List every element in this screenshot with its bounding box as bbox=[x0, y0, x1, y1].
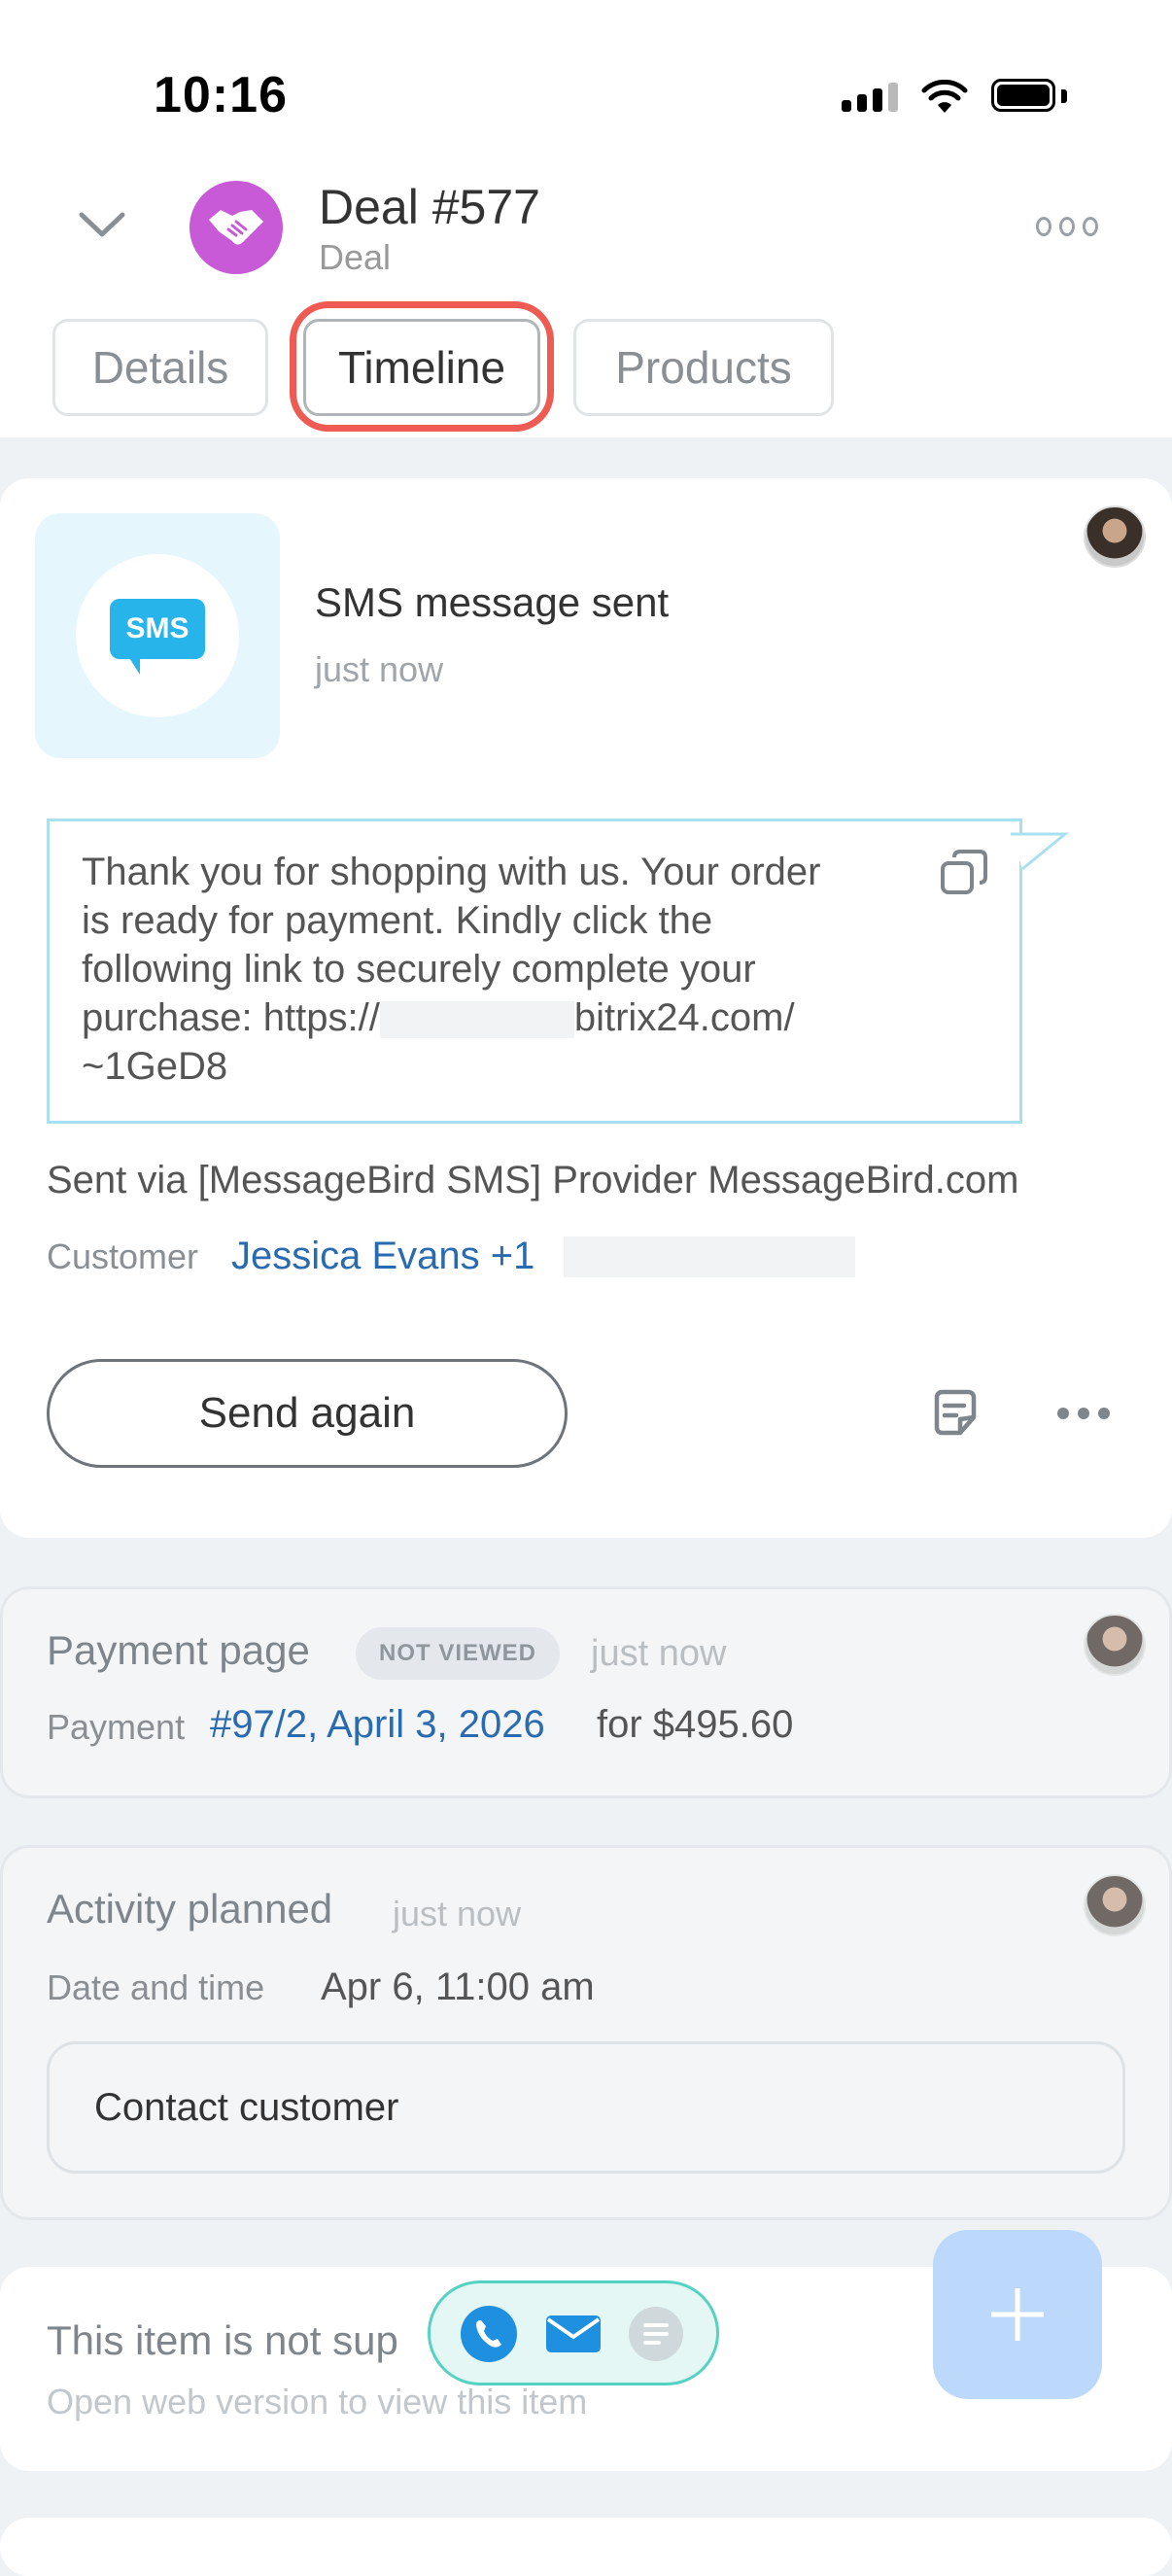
message-line-1: Thank you for shopping with us. Your ord… bbox=[82, 851, 821, 893]
page-subtitle: Deal bbox=[319, 237, 392, 277]
status-icons bbox=[842, 68, 1067, 126]
send-again-button[interactable]: Send again bbox=[47, 1359, 568, 1468]
customer-link[interactable]: Jessica Evans +1 bbox=[231, 1235, 534, 1278]
payment-link[interactable]: #97/2, April 3, 2026 bbox=[210, 1703, 545, 1747]
activity-title: Activity planned bbox=[47, 1886, 333, 1932]
wifi-icon bbox=[921, 80, 968, 113]
unsupported-subtitle: Open web version to view this item bbox=[47, 2382, 588, 2421]
sms-time: just now bbox=[315, 649, 444, 689]
message-line-4-end: bitrix24.com/ bbox=[573, 996, 795, 1039]
tab-details[interactable]: Details bbox=[52, 319, 268, 416]
signal-icon bbox=[842, 83, 898, 112]
activity-time: just now bbox=[393, 1894, 522, 1933]
unsupported-title: This item is not sup bbox=[47, 2317, 398, 2363]
add-button[interactable] bbox=[933, 2230, 1102, 2399]
date-label: Date and time bbox=[47, 1967, 265, 2007]
tab-timeline-highlight bbox=[290, 301, 554, 432]
sms-title: SMS message sent bbox=[315, 579, 670, 625]
user-avatar[interactable] bbox=[1084, 1874, 1146, 1936]
message-text: Thank you for shopping with us. Your ord… bbox=[82, 848, 937, 1091]
mail-icon[interactable] bbox=[544, 2314, 603, 2354]
message-line-5: ~1GeD8 bbox=[82, 1045, 228, 1088]
tab-products[interactable]: Products bbox=[573, 319, 834, 416]
customer-label: Customer bbox=[47, 1236, 199, 1276]
card-more-icon[interactable] bbox=[1057, 1408, 1110, 1419]
message-line-3: following link to securely complete your bbox=[82, 948, 756, 991]
date-value: Apr 6, 11:00 am bbox=[321, 1966, 595, 2008]
more-options-icon[interactable] bbox=[1036, 212, 1098, 241]
note-icon[interactable] bbox=[931, 1388, 980, 1437]
activity-task[interactable]: Contact customer bbox=[47, 2041, 1125, 2174]
phone-icon[interactable] bbox=[461, 2306, 517, 2362]
next-card bbox=[0, 2518, 1172, 2576]
collapse-chevron-icon[interactable] bbox=[78, 199, 126, 248]
redacted-block bbox=[379, 1001, 574, 1039]
sms-icon-tail bbox=[126, 653, 140, 675]
sms-icon: SMS bbox=[110, 599, 205, 659]
message-line-2: is ready for payment. Kindly click the bbox=[82, 899, 713, 942]
chat-icon[interactable] bbox=[628, 2306, 684, 2362]
payment-label: Payment bbox=[47, 1707, 186, 1747]
payment-title: Payment page bbox=[47, 1627, 310, 1673]
redacted-phone bbox=[564, 1236, 855, 1277]
provider-text: Sent via [MessageBird SMS] Provider Mess… bbox=[47, 1159, 1019, 1201]
status-time: 10:16 bbox=[154, 67, 288, 123]
deal-avatar-handshake-icon bbox=[190, 181, 283, 274]
message-box-tail bbox=[1011, 832, 1069, 871]
payment-amount: for $495.60 bbox=[597, 1703, 794, 1746]
message-line-4: purchase: https:// bitrix24.com/ bbox=[82, 993, 937, 1042]
page-title: Deal #577 bbox=[319, 180, 540, 234]
payment-time: just now bbox=[591, 1633, 727, 1674]
payment-card[interactable] bbox=[0, 1586, 1172, 1798]
status-badge: NOT VIEWED bbox=[356, 1627, 561, 1680]
user-avatar[interactable] bbox=[1084, 505, 1146, 568]
message-line-4-start: purchase: https:// bbox=[82, 996, 380, 1039]
battery-icon bbox=[991, 79, 1067, 116]
user-avatar[interactable] bbox=[1084, 1614, 1146, 1676]
copy-icon[interactable] bbox=[939, 848, 989, 898]
